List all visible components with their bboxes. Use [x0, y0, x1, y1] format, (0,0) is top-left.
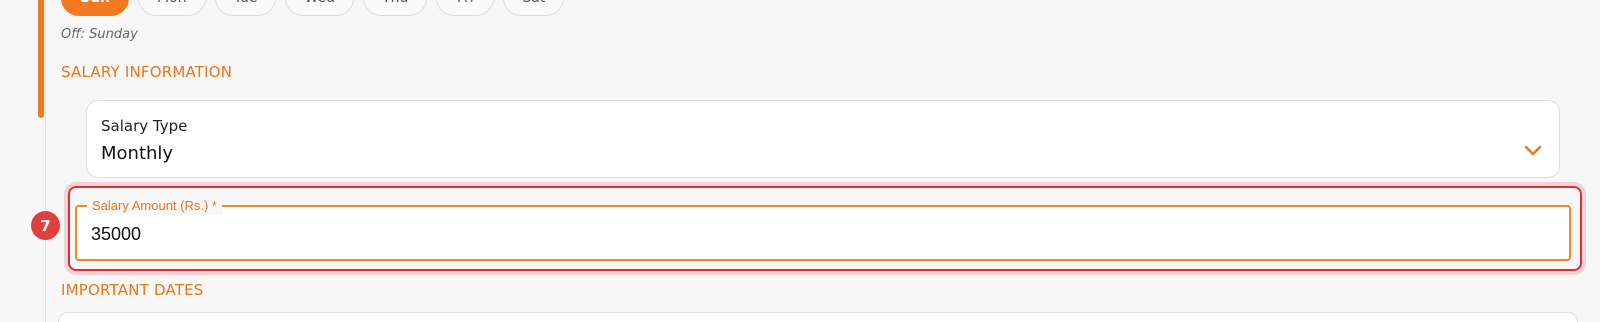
salary-amount-input[interactable] — [91, 221, 1551, 247]
day-chip-sat[interactable]: Sat — [503, 0, 565, 16]
step-number-badge: 7 — [31, 211, 60, 240]
salary-type-value: Monthly — [101, 143, 174, 164]
side-divider — [45, 0, 46, 322]
salary-amount-field[interactable]: Salary Amount (Rs.) * — [75, 197, 1571, 261]
section-accent-bar — [38, 0, 44, 118]
day-chip-fri[interactable]: Fri — [436, 0, 495, 16]
salary-type-select[interactable]: Salary Type Monthly — [86, 100, 1560, 178]
day-chip-sun[interactable]: Sun — [61, 0, 130, 16]
day-chip-wed[interactable]: Wed — [285, 0, 355, 16]
off-day-note: Off: Sunday — [61, 27, 138, 42]
day-chip-thu[interactable]: Thu — [363, 0, 428, 16]
salary-amount-label: Salary Amount (Rs.) * — [87, 197, 222, 215]
salary-section-heading: SALARY INFORMATION — [61, 63, 233, 81]
day-chip-tue[interactable]: Tue — [214, 0, 277, 16]
day-chip-mon[interactable]: Mon — [138, 0, 206, 16]
dates-section-heading: IMPORTANT DATES — [61, 281, 204, 299]
salary-type-label: Salary Type — [101, 117, 188, 135]
chevron-down-icon[interactable] — [1523, 143, 1543, 157]
working-days-selector: Sun Mon Tue Wed Thu Fri Sat — [61, 0, 565, 16]
employee-form-page: Sun Mon Tue Wed Thu Fri Sat Off: Sunday … — [0, 0, 1600, 322]
dates-card — [58, 312, 1578, 322]
